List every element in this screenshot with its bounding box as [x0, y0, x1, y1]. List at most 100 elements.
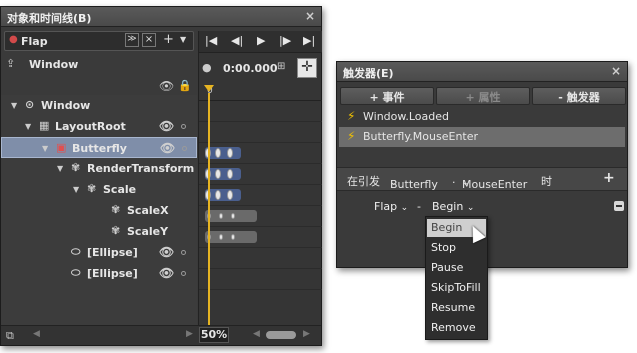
next-frame-icon[interactable]: |▶: [279, 34, 291, 47]
keyframe-marker[interactable]: [231, 234, 235, 240]
eye-icon[interactable]: 👁: [159, 119, 174, 133]
keyframe-marker[interactable]: [227, 148, 233, 158]
scroll-right-icon[interactable]: ▶: [186, 329, 193, 339]
go-to-last-frame-icon[interactable]: ▶|: [303, 34, 315, 47]
keyframe-marker[interactable]: [231, 213, 235, 219]
tree-item[interactable]: ✾ ScaleY: [1, 221, 197, 242]
eye-icon[interactable]: 👁: [159, 266, 174, 280]
expand-arrow-icon[interactable]: ▼: [25, 122, 31, 131]
play-icon[interactable]: ▶: [257, 34, 265, 47]
add-storyboard-icon[interactable]: +: [163, 32, 174, 47]
scope-up-icon[interactable]: ⇪: [6, 57, 15, 70]
tree-item[interactable]: ▼ ⊙ Window: [1, 95, 197, 116]
tree-item[interactable]: ▼ ▣ Butterfly 👁: [1, 137, 197, 158]
timeline-scroll-left-icon[interactable]: ◀: [253, 329, 260, 339]
remove-trigger-button[interactable]: - 触发器: [532, 87, 626, 105]
panel-title: 对象和时间线(B): [7, 12, 92, 25]
scroll-left-icon[interactable]: ◀: [33, 329, 40, 339]
expand-arrow-icon[interactable]: ▼: [42, 144, 48, 153]
zoom-level[interactable]: 50%: [199, 327, 229, 343]
close-storyboard-icon[interactable]: ×: [142, 33, 156, 47]
tree-item[interactable]: ⬭ [Ellipse] 👁: [1, 242, 197, 263]
storyboard-dropdown[interactable]: Flap ⌄: [374, 200, 408, 213]
keyframe-marker[interactable]: [227, 190, 233, 200]
add-event-button[interactable]: + 事件: [340, 87, 434, 105]
lock-toggle[interactable]: [181, 271, 186, 276]
timeline-row[interactable]: [199, 269, 322, 290]
close-icon[interactable]: ×: [305, 9, 315, 23]
menu-item-pause[interactable]: Pause: [427, 259, 486, 277]
add-keyframe-icon[interactable]: ✛: [297, 58, 317, 78]
lock-toggle[interactable]: [181, 250, 186, 255]
keyframe-marker[interactable]: [219, 213, 223, 219]
tree-item-label: ScaleX: [127, 204, 169, 217]
tree-item[interactable]: ▼ ✾ RenderTransform: [1, 158, 197, 179]
keyframe-marker[interactable]: [215, 148, 221, 158]
transform-icon: ✾: [87, 182, 97, 195]
horizontal-scrollbar[interactable]: [266, 331, 296, 339]
tree-item-label: Window: [41, 99, 91, 112]
ellipse-icon: ⬭: [71, 245, 81, 258]
tree-item-label: Scale: [103, 183, 137, 196]
dot-separator: .: [452, 173, 456, 186]
lightning-icon: ⚡: [347, 129, 356, 143]
objects-and-timeline-panel: 对象和时间线(B) × ● Flap ≫ × + ▼ ⇪ Window 👁 🔒 …: [0, 6, 322, 346]
eye-icon[interactable]: 👁: [159, 79, 174, 93]
keyframe-marker[interactable]: [219, 234, 223, 240]
remove-action-icon[interactable]: [614, 201, 624, 211]
layers-icon[interactable]: ⧉: [6, 329, 14, 343]
time-display[interactable]: 0:00.000: [223, 62, 278, 75]
go-to-first-frame-icon[interactable]: |◀: [205, 34, 217, 47]
time-ruler[interactable]: 0: [199, 85, 322, 101]
playhead-handle-icon[interactable]: [204, 85, 214, 92]
tree-item[interactable]: ▼ ✾ Scale: [1, 179, 197, 200]
canvas-icon: ▣: [56, 141, 67, 154]
trigger-item[interactable]: ⚡ Window.Loaded: [339, 107, 625, 127]
timeline-row[interactable]: [199, 227, 322, 248]
keyframe-marker[interactable]: [215, 169, 221, 179]
timeline-row[interactable]: [199, 101, 322, 122]
timeline-row[interactable]: [199, 248, 322, 269]
collapse-icon[interactable]: ≫: [125, 33, 139, 47]
timeline-row[interactable]: [199, 185, 322, 206]
record-keyframe-icon[interactable]: ●: [202, 61, 212, 74]
chevron-down-icon: ⌄: [462, 178, 470, 188]
menu-item-stop[interactable]: Stop: [427, 239, 486, 257]
keyframe-marker[interactable]: [227, 169, 233, 179]
add-action-icon[interactable]: +: [603, 170, 615, 186]
playhead[interactable]: [208, 93, 210, 345]
expand-arrow-icon[interactable]: ▼: [57, 164, 63, 173]
action-dropdown[interactable]: Begin ⌄: [432, 200, 474, 213]
time-row: ● 0:00.000 ⊞ ✛: [199, 54, 322, 82]
lock-toggle[interactable]: [182, 146, 187, 151]
expand-arrow-icon[interactable]: ▼: [11, 101, 17, 110]
trigger-list: ⚡ Window.Loaded ⚡ Butterfly.MouseEnter: [339, 107, 625, 159]
timeline-row[interactable]: [199, 122, 322, 143]
chevron-down-icon[interactable]: ▼: [180, 35, 186, 44]
menu-item-remove[interactable]: Remove: [427, 319, 486, 337]
keyframe-marker[interactable]: [215, 190, 221, 200]
menu-item-resume[interactable]: Resume: [427, 299, 486, 317]
timeline-scroll-right-icon[interactable]: ▶: [303, 329, 310, 339]
tree-item[interactable]: ▼ ▦ LayoutRoot 👁: [1, 116, 197, 137]
eye-icon[interactable]: 👁: [160, 141, 175, 155]
timeline-row[interactable]: [199, 164, 322, 185]
eye-icon[interactable]: 👁: [159, 245, 174, 259]
lock-toggle[interactable]: [181, 124, 186, 129]
menu-item-skiptofill[interactable]: SkipToFill: [427, 279, 486, 297]
lock-icon[interactable]: 🔒: [178, 79, 192, 92]
trigger-item-selected[interactable]: ⚡ Butterfly.MouseEnter: [339, 127, 625, 147]
objects-timeline-title: 对象和时间线(B) ×: [1, 7, 321, 27]
tree-item[interactable]: ✾ ScaleX: [1, 200, 197, 221]
tree-item[interactable]: ⬭ [Ellipse] 👁: [1, 263, 197, 284]
tree-item-label: [Ellipse]: [87, 267, 138, 280]
close-icon[interactable]: ×: [611, 64, 621, 78]
expand-arrow-icon[interactable]: ▼: [73, 185, 79, 194]
snap-icon[interactable]: ⊞: [277, 61, 285, 72]
previous-frame-icon[interactable]: ◀|: [231, 34, 243, 47]
timeline-row[interactable]: [199, 143, 322, 164]
timeline-row[interactable]: [199, 206, 322, 227]
transform-icon: ✾: [71, 161, 81, 174]
storyboard-picker[interactable]: ● Flap ≫ × + ▼: [4, 31, 194, 51]
add-property-button[interactable]: + 属性: [436, 87, 530, 105]
